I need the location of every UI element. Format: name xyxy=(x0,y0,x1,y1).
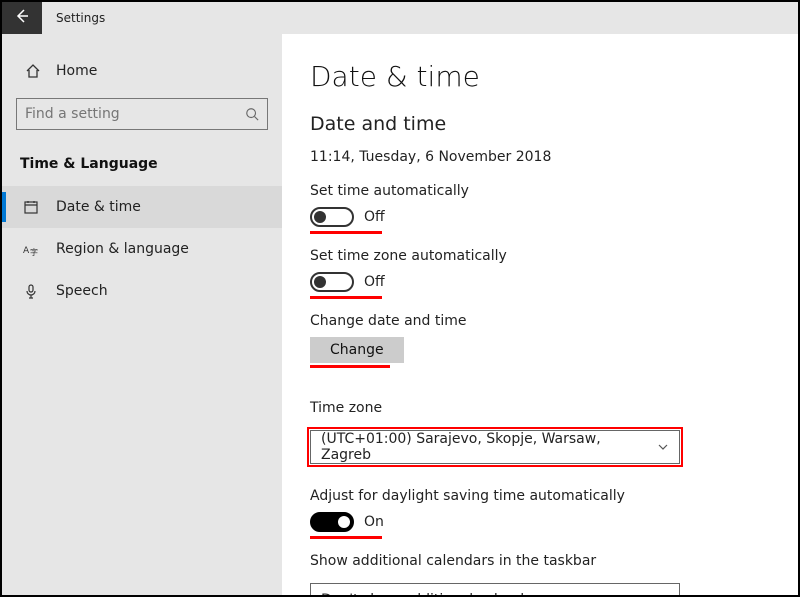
nav-date-time[interactable]: Date & time xyxy=(2,186,282,228)
sidebar: Home Time & Language Date & time A字 Regi… xyxy=(2,34,282,595)
change-button[interactable]: Change xyxy=(310,337,404,363)
back-button[interactable] xyxy=(2,2,42,34)
toggle-set-tz-auto[interactable] xyxy=(310,272,354,292)
home-label: Home xyxy=(56,63,97,79)
microphone-icon xyxy=(20,283,42,299)
label-set-tz-auto: Set time zone automatically xyxy=(310,248,770,264)
toggle-set-tz-auto-state: Off xyxy=(364,274,385,290)
toggle-set-time-auto[interactable] xyxy=(310,207,354,227)
category-title: Time & Language xyxy=(2,148,282,186)
additional-calendars-value: Don't show additional calendars xyxy=(321,592,546,595)
nav-item-label: Region & language xyxy=(56,241,189,257)
svg-text:字: 字 xyxy=(30,247,38,257)
search-input-wrapper[interactable] xyxy=(16,98,268,130)
annotation-underline xyxy=(310,296,382,299)
nav-item-label: Date & time xyxy=(56,199,141,215)
annotation-underline xyxy=(310,536,382,539)
current-datetime: 11:14, Tuesday, 6 November 2018 xyxy=(310,149,770,165)
search-input[interactable] xyxy=(25,106,235,122)
annotation-underline xyxy=(310,365,390,368)
time-zone-value: (UTC+01:00) Sarajevo, Skopje, Warsaw, Za… xyxy=(321,431,649,463)
toggle-set-time-auto-state: Off xyxy=(364,209,385,225)
nav-speech[interactable]: Speech xyxy=(2,270,282,312)
home-icon xyxy=(22,63,44,79)
label-change-dt: Change date and time xyxy=(310,313,770,329)
svg-text:A: A xyxy=(23,246,30,256)
label-additional-calendars: Show additional calendars in the taskbar xyxy=(310,553,770,569)
content-area: Date & time Date and time 11:14, Tuesday… xyxy=(282,34,798,595)
label-time-zone: Time zone xyxy=(310,400,770,416)
label-dst-auto: Adjust for daylight saving time automati… xyxy=(310,488,770,504)
time-zone-select[interactable]: (UTC+01:00) Sarajevo, Skopje, Warsaw, Za… xyxy=(310,430,680,464)
home-link[interactable]: Home xyxy=(2,50,282,92)
search-icon xyxy=(245,107,259,121)
section-title-date-time: Date and time xyxy=(310,113,770,135)
annotation-underline xyxy=(310,231,382,234)
toggle-dst-auto-state: On xyxy=(364,514,384,530)
toggle-dst-auto[interactable] xyxy=(310,512,354,532)
chevron-down-icon xyxy=(657,441,669,453)
clock-icon xyxy=(20,199,42,215)
language-icon: A字 xyxy=(20,241,42,257)
arrow-left-icon xyxy=(14,8,30,28)
title-bar: Settings xyxy=(2,2,798,34)
nav-region-language[interactable]: A字 Region & language xyxy=(2,228,282,270)
additional-calendars-select[interactable]: Don't show additional calendars xyxy=(310,583,680,595)
nav-item-label: Speech xyxy=(56,283,108,299)
page-title: Date & time xyxy=(310,60,770,93)
chevron-down-icon xyxy=(657,594,669,595)
window-title: Settings xyxy=(42,2,105,34)
label-set-time-auto: Set time automatically xyxy=(310,183,770,199)
